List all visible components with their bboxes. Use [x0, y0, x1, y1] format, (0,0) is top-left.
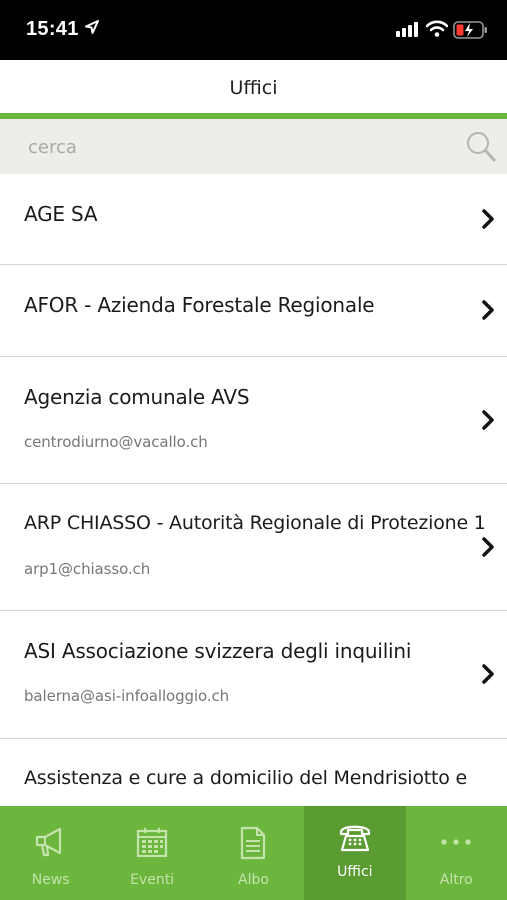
- chevron-right-icon: [482, 209, 494, 229]
- chevron-right-icon: [482, 537, 494, 557]
- calendar-icon: [136, 828, 168, 858]
- tab-altro[interactable]: Altro: [406, 806, 507, 900]
- search-bar: [0, 119, 507, 174]
- list-item[interactable]: Assistenza e cure a domicilio del Mendri…: [0, 739, 507, 806]
- tab-label: Eventi: [130, 872, 175, 888]
- header: Uffici: [0, 60, 507, 114]
- tab-bar: News Eventi Albo Uffici Altro: [0, 806, 507, 900]
- office-name: AGE SA: [24, 202, 98, 226]
- office-list: AGE SA AFOR - Azienda Forestale Regional…: [0, 174, 507, 806]
- office-name: Agenzia comunale AVS: [24, 385, 250, 409]
- tab-albo[interactable]: Albo: [203, 806, 304, 900]
- location-arrow-icon: [85, 20, 99, 34]
- list-item[interactable]: AGE SA: [0, 174, 507, 265]
- chevron-right-icon: [482, 664, 494, 684]
- list-item[interactable]: Agenzia comunale AVS centrodiurno@vacall…: [0, 357, 507, 484]
- chevron-right-icon: [482, 300, 494, 320]
- search-icon[interactable]: [466, 131, 496, 163]
- list-item[interactable]: ARP CHIASSO - Autorità Regionale di Prot…: [0, 484, 507, 611]
- office-name: ASI Associazione svizzera degli inquilin…: [24, 639, 412, 663]
- tab-label: News: [31, 872, 70, 888]
- office-name: Assistenza e cure a domicilio del Mendri…: [24, 767, 468, 789]
- tab-news[interactable]: News: [0, 806, 101, 900]
- office-email: balerna@asi-infoalloggio.ch: [24, 687, 230, 705]
- office-name: AFOR - Azienda Forestale Regionale: [24, 293, 375, 317]
- list-item[interactable]: ASI Associazione svizzera degli inquilin…: [0, 611, 507, 739]
- office-email: centrodiurno@vacallo.ch: [24, 433, 208, 451]
- tab-label: Albo: [238, 872, 269, 888]
- wifi-icon: [426, 20, 448, 37]
- more-icon: [441, 839, 471, 845]
- search-input[interactable]: [28, 133, 448, 161]
- document-icon: [241, 826, 266, 860]
- tab-label: Uffici: [337, 864, 373, 880]
- list-item[interactable]: AFOR - Azienda Forestale Regionale: [0, 265, 507, 357]
- cellular-signal-icon: [396, 22, 418, 37]
- tab-uffici[interactable]: Uffici: [304, 806, 406, 900]
- page-title: Uffici: [229, 77, 278, 99]
- status-time: 15:41: [26, 18, 79, 40]
- battery-charging-icon: [453, 21, 487, 39]
- office-email: arp1@chiasso.ch: [24, 560, 151, 578]
- megaphone-icon: [35, 827, 61, 857]
- tab-label: Altro: [439, 872, 473, 888]
- telephone-icon: [339, 825, 370, 852]
- office-name: ARP CHIASSO - Autorità Regionale di Prot…: [24, 512, 486, 534]
- chevron-right-icon: [482, 410, 494, 430]
- status-bar: 15:41: [0, 0, 507, 60]
- tab-eventi[interactable]: Eventi: [101, 806, 202, 900]
